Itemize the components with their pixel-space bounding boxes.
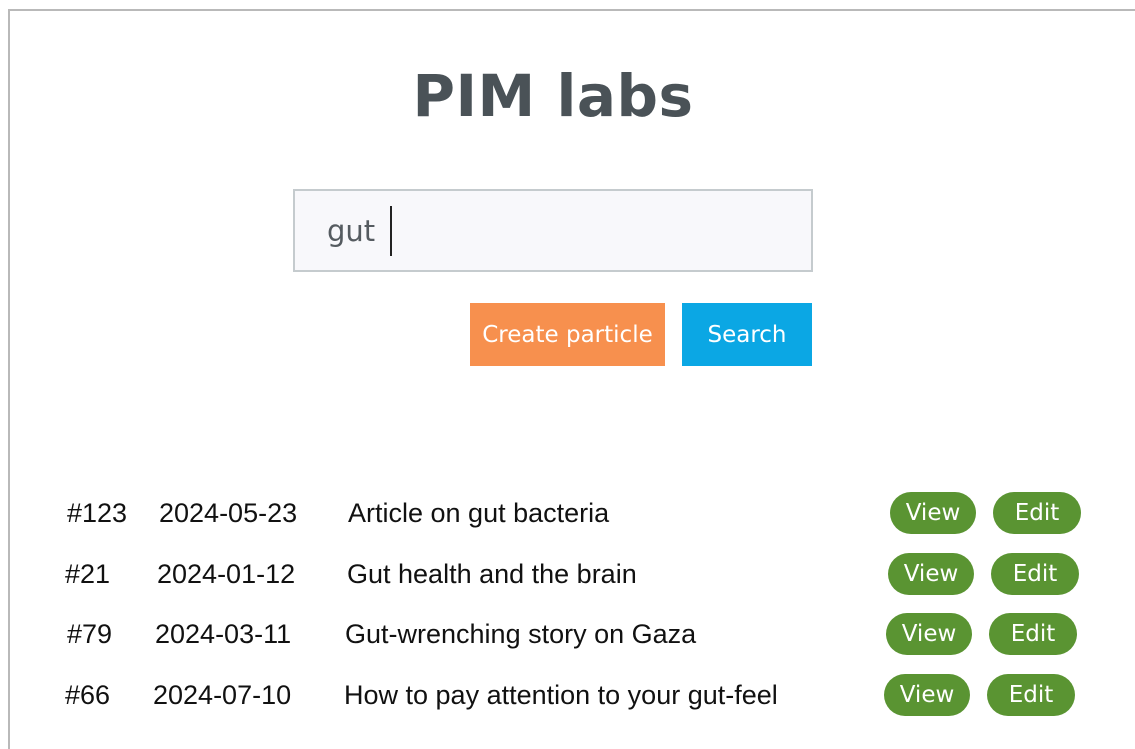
view-button[interactable]: View: [890, 492, 976, 534]
search-input[interactable]: [293, 189, 813, 272]
row-date: 2024-07-10: [153, 680, 292, 710]
view-button[interactable]: View: [888, 553, 974, 595]
row-id: #21: [65, 559, 111, 589]
row-title: Article on gut bacteria: [348, 498, 610, 528]
view-button[interactable]: View: [886, 613, 972, 655]
row-title: Gut-wrenching story on Gaza: [345, 619, 697, 649]
table-row: #79 2024-03-11 Gut-wrenching story on Ga…: [0, 613, 1135, 659]
table-row: #66 2024-07-10 How to pay attention to y…: [0, 674, 1135, 720]
row-date: 2024-01-12: [157, 559, 296, 589]
row-date: 2024-03-11: [155, 619, 292, 649]
row-date: 2024-05-23: [159, 498, 298, 528]
create-particle-button[interactable]: Create particle: [470, 303, 665, 366]
text-caret: [390, 206, 392, 256]
edit-button[interactable]: Edit: [989, 613, 1077, 655]
row-title: How to pay attention to your gut-feel: [344, 680, 778, 710]
page-title: PIM labs: [412, 62, 694, 130]
view-button[interactable]: View: [884, 674, 970, 716]
edit-button[interactable]: Edit: [987, 674, 1075, 716]
search-button[interactable]: Search: [682, 303, 812, 366]
table-row: #21 2024-01-12 Gut health and the brain …: [0, 553, 1135, 599]
edit-button[interactable]: Edit: [993, 492, 1081, 534]
edit-button[interactable]: Edit: [991, 553, 1079, 595]
table-row: #123 2024-05-23 Article on gut bacteria …: [0, 492, 1135, 538]
row-id: #79: [67, 619, 113, 649]
row-title: Gut health and the brain: [347, 559, 637, 589]
row-id: #66: [65, 680, 111, 710]
row-id: #123: [67, 498, 128, 528]
